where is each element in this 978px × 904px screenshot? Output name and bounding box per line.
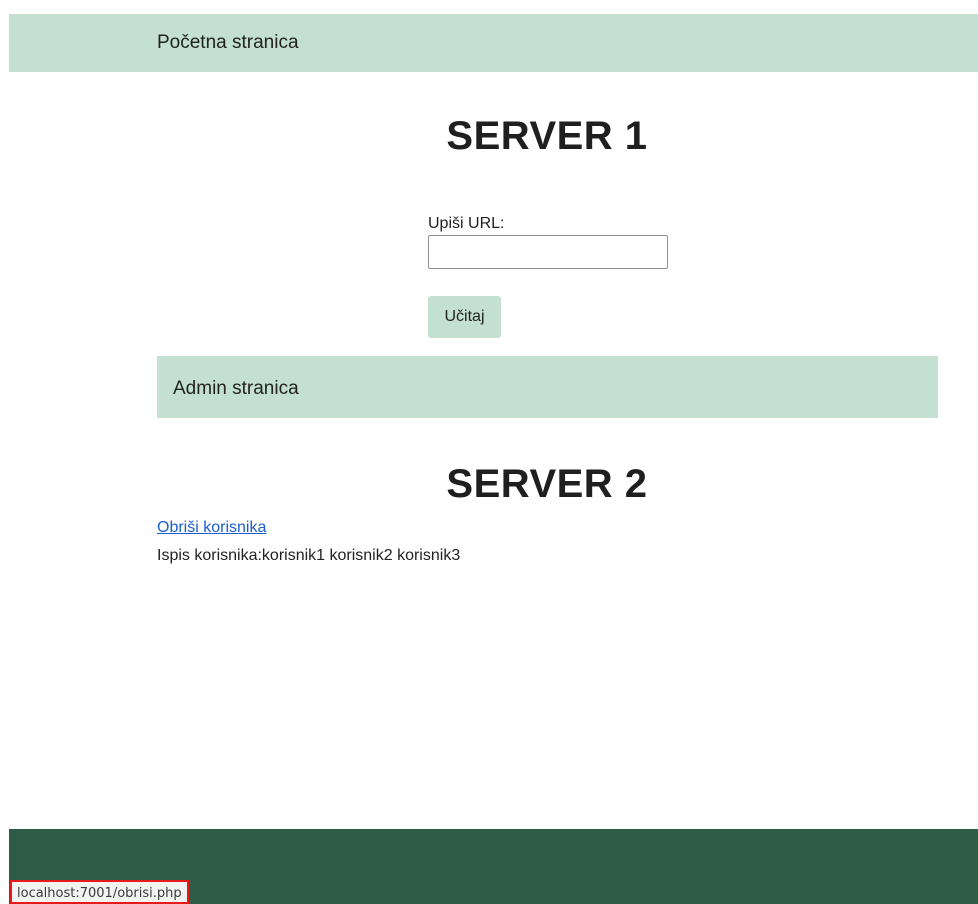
admin-page-title: Admin stranica [173, 378, 299, 399]
page: Početna stranica SERVER 1 Upiši URL: Uči… [0, 0, 978, 904]
server1-title: SERVER 1 [446, 114, 648, 158]
load-button[interactable]: Učitaj [428, 296, 501, 338]
admin-header: Admin stranica [157, 356, 938, 418]
home-page-title: Početna stranica [157, 32, 299, 53]
delete-user-link[interactable]: Obriši korisnika [157, 519, 266, 537]
user-list: Ispis korisnika:korisnik1 korisnik2 kori… [157, 547, 460, 565]
user-list-values: korisnik1 korisnik2 korisnik3 [261, 547, 461, 564]
url-label: Upiši URL: [428, 215, 505, 232]
user-list-prefix: Ispis korisnika: [157, 547, 262, 564]
url-input[interactable] [428, 235, 668, 269]
top-header: Početna stranica [9, 14, 978, 72]
server2-title: SERVER 2 [446, 462, 648, 506]
status-bar-url: localhost:7001/obrisi.php [10, 880, 189, 904]
